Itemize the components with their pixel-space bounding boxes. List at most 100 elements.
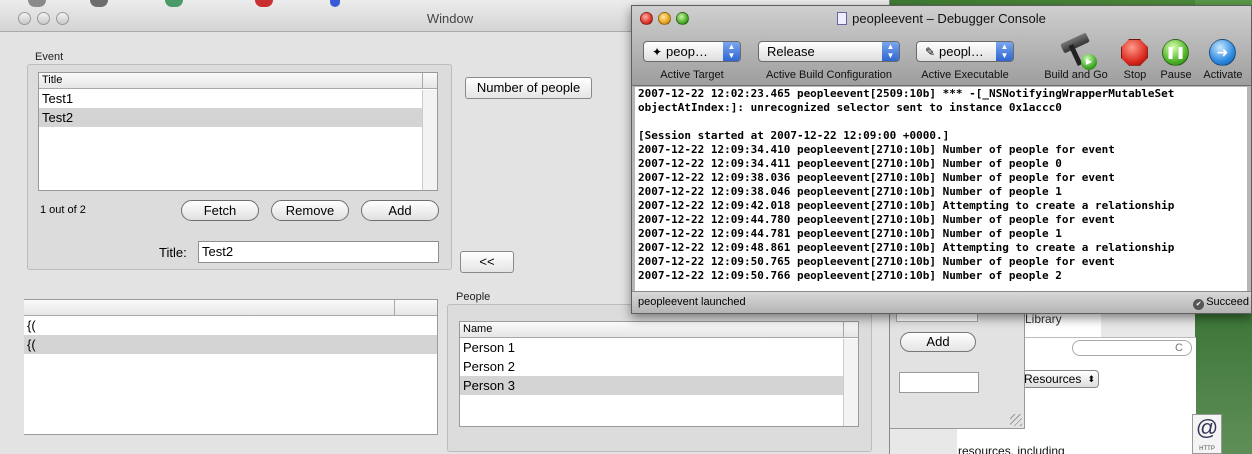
pause-icon[interactable]: ❚❚	[1162, 39, 1189, 66]
table-row-selected[interactable]: Test2	[39, 108, 422, 127]
console-line: 2007-12-22 12:09:38.046 peopleevent[2710…	[638, 185, 1062, 198]
relationship-cell: {(	[27, 337, 36, 352]
dock-icon-fragment	[165, 0, 183, 7]
back-button[interactable]: <<	[460, 251, 514, 273]
active-target-caption: Active Target	[660, 69, 724, 81]
table-row-selected[interactable]: {(	[24, 335, 437, 354]
relationship-cell: {(	[27, 318, 36, 333]
build-configuration-caption: Active Build Configuration	[766, 69, 892, 81]
remove-button[interactable]: Remove	[271, 200, 349, 221]
debugger-title-text: peopleevent – Debugger Console	[852, 11, 1046, 26]
console-line: 2007-12-22 12:09:50.766 peopleevent[2710…	[638, 269, 1062, 282]
stop-icon[interactable]	[1121, 39, 1148, 66]
debugger-toolbar: peopleevent – Debugger Console ✦ peop… ▲ ▼…	[632, 6, 1251, 86]
table-row[interactable]: Person 1	[460, 338, 843, 357]
activate-caption[interactable]: Activate	[1198, 69, 1248, 81]
secondary-window: Add	[870, 296, 1025, 429]
fetch-button[interactable]: Fetch	[181, 200, 259, 221]
console-line: 2007-12-22 12:09:50.765 peopleevent[2710…	[638, 255, 1115, 268]
active-executable-value: peopl…	[939, 44, 984, 59]
build-status-text: Succeed	[1206, 296, 1249, 308]
vertical-scrollbar[interactable]	[843, 339, 858, 426]
person-name-cell: Person 2	[463, 359, 516, 374]
event-table[interactable]: Title Test1 Test2	[38, 72, 438, 191]
activate-icon[interactable]: ➜	[1209, 39, 1236, 66]
column-divider	[394, 300, 395, 316]
relationship-table-header[interactable]	[24, 300, 437, 316]
console-line: 2007-12-22 12:09:42.018 peopleevent[2710…	[638, 199, 1175, 212]
resources-popup[interactable]: Resources ⬍	[1021, 370, 1099, 388]
person-name-cell: Person 1	[463, 340, 516, 355]
title-text-field[interactable]: Test2	[198, 241, 439, 263]
executable-icon: ✎	[925, 45, 936, 59]
table-row-selected[interactable]: Person 3	[460, 376, 843, 395]
event-title-cell: Test2	[42, 110, 74, 125]
column-divider	[422, 73, 423, 89]
vertical-scrollbar[interactable]	[422, 90, 437, 190]
stop-caption[interactable]: Stop	[1114, 69, 1156, 81]
target-icon: ✦	[652, 45, 663, 59]
name-column-header: Name	[463, 323, 493, 335]
event-title-cell: Test1	[42, 91, 74, 106]
build-result-icon: ✔	[1193, 299, 1205, 310]
event-table-header[interactable]: Title	[39, 73, 437, 89]
pause-caption[interactable]: Pause	[1155, 69, 1197, 81]
console-line: [Session started at 2007-12-22 12:09:00 …	[638, 129, 950, 142]
active-executable-caption: Active Executable	[921, 69, 1009, 81]
active-target-value: peop…	[666, 44, 708, 59]
build-configuration-value: Release	[767, 44, 815, 59]
project-document-icon	[837, 12, 848, 25]
event-group-label: Event	[35, 51, 64, 63]
updown-arrows-icon: ▲ ▼	[996, 42, 1013, 61]
status-message: peopleevent launched	[638, 296, 746, 308]
record-count-label: 1 out of 2	[40, 204, 86, 216]
people-table[interactable]: Name Person 1 Person 2 Person 3	[459, 321, 859, 427]
dock-icon-fragment	[330, 0, 340, 7]
number-of-people-button[interactable]: Number of people	[465, 77, 592, 99]
title-label: Title:	[159, 245, 187, 260]
dock-icon-fragment	[28, 0, 46, 7]
console-line: 2007-12-22 12:09:38.036 peopleevent[2710…	[638, 171, 1115, 184]
secondary-text-field[interactable]	[899, 372, 979, 393]
column-divider	[843, 322, 844, 338]
console-output[interactable]: 2007-12-22 12:02:23.465 peopleevent[2509…	[635, 87, 1247, 293]
console-line: 2007-12-22 12:09:34.411 peopleevent[2710…	[638, 157, 1062, 170]
updown-arrows-icon: ⬍	[1087, 374, 1095, 384]
table-row[interactable]: {(	[24, 316, 437, 335]
resources-popup-value: Resources	[1024, 372, 1082, 386]
active-executable-popup[interactable]: ✎ peopl… ▲ ▼	[916, 41, 1014, 62]
debugger-status-bar: peopleevent launched ✔ Succeed	[632, 291, 1251, 313]
console-line: 2007-12-22 12:09:44.780 peopleevent[2710…	[638, 213, 1115, 226]
title-column-header: Title	[42, 74, 63, 86]
build-status: ✔ Succeed	[1193, 292, 1249, 313]
sidebar-item-library[interactable]: Library	[1025, 312, 1062, 326]
build-and-go-caption[interactable]: Build and Go	[1036, 69, 1116, 81]
console-line: objectAtIndex:]: unrecognized selector s…	[638, 101, 1062, 114]
at-symbol: @	[1195, 415, 1219, 440]
console-line: 2007-12-22 12:09:44.781 peopleevent[2710…	[638, 227, 1062, 240]
table-row[interactable]: Test1	[39, 89, 437, 108]
people-group-label: People	[456, 291, 491, 303]
build-configuration-popup[interactable]: Release ▲ ▼	[758, 41, 900, 62]
people-table-header[interactable]: Name	[460, 322, 858, 338]
debugger-console-window: peopleevent – Debugger Console ✦ peop… ▲ ▼…	[631, 5, 1252, 314]
resize-grip-icon[interactable]	[1010, 414, 1022, 426]
build-and-go-icon[interactable]: ▶	[1059, 32, 1097, 70]
table-row[interactable]: Person 2	[460, 357, 843, 376]
http-document-icon[interactable]: @ HTTP	[1192, 414, 1222, 454]
search-input[interactable]: C	[1072, 340, 1192, 356]
console-line: 2007-12-22 12:09:34.410 peopleevent[2710…	[638, 143, 1115, 156]
console-line: 2007-12-22 12:09:48.861 peopleevent[2710…	[638, 241, 1175, 254]
updown-arrows-icon: ▲ ▼	[882, 42, 899, 61]
debugger-title: peopleevent – Debugger Console	[632, 11, 1251, 26]
add-button[interactable]: Add	[361, 200, 439, 221]
resources-description: resources, including	[958, 444, 1065, 454]
dock-icon-fragment	[255, 0, 273, 7]
secondary-add-button[interactable]: Add	[900, 332, 976, 352]
active-target-popup[interactable]: ✦ peop… ▲ ▼	[643, 41, 741, 62]
updown-arrows-icon: ▲ ▼	[723, 42, 740, 61]
relationship-table[interactable]: {( {(	[24, 299, 438, 435]
console-line: 2007-12-22 12:02:23.465 peopleevent[2509…	[638, 87, 1175, 100]
person-name-cell: Person 3	[463, 378, 516, 393]
